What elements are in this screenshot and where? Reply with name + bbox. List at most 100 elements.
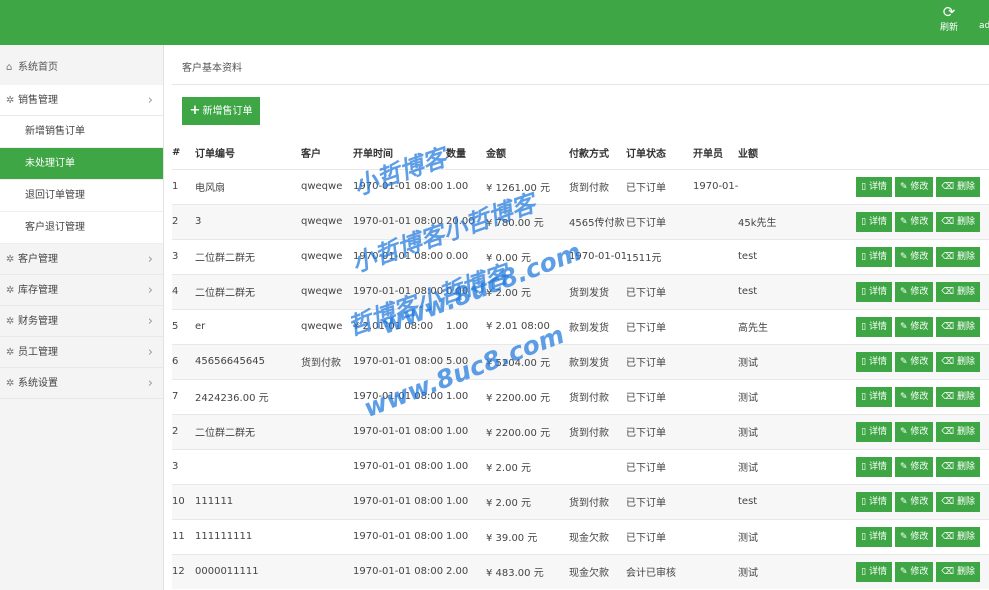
submenu-returned-orders[interactable]: 退回订单管理 [0,180,163,212]
edit-button[interactable]: ✎ 修改 [894,526,934,547]
sidebar-item-staff[interactable]: ✲ 员工管理 › [0,337,163,368]
detail-button[interactable]: ▯ 详情 [856,386,892,407]
detail-icon: ▯ [861,356,869,367]
table-cell [693,308,738,344]
user-menu[interactable]: ad [979,21,989,31]
sidebar-item-sales[interactable]: ✲ 销售管理 › [0,85,163,116]
delete-button[interactable]: ⌫ 删除 [936,316,980,337]
delete-button[interactable]: ⌫ 删除 [936,211,980,232]
delete-button[interactable]: ⌫ 删除 [936,491,980,512]
edit-button-label: 修改 [910,426,929,437]
sidebar-item-label: 财务管理 [18,316,58,327]
refresh-button[interactable]: ⟳ 刷新 [936,4,962,35]
submenu-new-order[interactable]: 新增销售订单 [0,116,163,148]
detail-button-label: 详情 [868,461,887,472]
edit-icon: ✎ [899,391,911,402]
sidebar-item-inventory[interactable]: ✲ 库存管理 › [0,275,163,306]
main-content: 客户基本资料 + 新增售订单 # 订单编号 客户 开单时间 数量 金额 付款方式 订单状态 开单员… [164,45,989,590]
edit-button-label: 修改 [910,566,929,577]
delete-button-label: 删除 [956,391,975,402]
detail-button[interactable]: ▯ 详情 [856,246,892,267]
submenu-customer-cancel[interactable]: 客户退订管理 [0,212,163,244]
detail-button-label: 详情 [868,216,887,227]
delete-icon: ⌫ [941,356,957,367]
table-cell: 已下订单 [626,308,693,344]
submenu-pending-orders[interactable]: 未处理订单 [0,148,163,180]
table-cell: 3 [172,238,195,274]
edit-button[interactable]: ✎ 修改 [894,491,934,512]
table-cell: qweqwe [301,203,353,239]
edit-button[interactable]: ✎ 修改 [894,421,934,442]
delete-icon: ⌫ [941,426,957,437]
edit-button[interactable]: ✎ 修改 [894,246,934,267]
table-cell: 已下订单 [626,413,693,449]
detail-button[interactable]: ▯ 详情 [856,281,892,302]
table-cell: 1.00 [446,168,486,204]
detail-button[interactable]: ▯ 详情 [856,351,892,372]
sidebar-item-settings[interactable]: ✲ 系统设置 › [0,368,163,399]
delete-button[interactable]: ⌫ 删除 [936,281,980,302]
detail-button-label: 详情 [868,321,887,332]
table-cell: 1970-01-01 08:00 [569,238,626,274]
sidebar-item-label: 库存管理 [18,285,58,296]
detail-button-label: 详情 [868,251,887,262]
edit-button[interactable]: ✎ 修改 [894,281,934,302]
table-cell: 0000011111 [195,553,301,589]
detail-button[interactable]: ▯ 详情 [856,211,892,232]
delete-icon: ⌫ [941,566,957,577]
chevron-right-icon: › [147,376,153,391]
sidebar-item-customers[interactable]: ✲ 客户管理 › [0,244,163,275]
row-actions: ▯ 详情 ✎ 修改 ⌫ 删除 [843,413,989,449]
edit-button[interactable]: ✎ 修改 [894,176,934,197]
detail-button[interactable]: ▯ 详情 [856,176,892,197]
delete-button[interactable]: ⌫ 删除 [936,561,980,582]
table-row: 11 111111111 1970-01-01 08:00 1.00 ¥ 39.00 元… [172,518,989,554]
column-header: 付款方式 [569,137,626,169]
table-cell: 10 [172,483,195,519]
sidebar-home[interactable]: ⌂ 系统首页 [0,45,163,85]
edit-button[interactable]: ✎ 修改 [894,456,934,477]
edit-button-label: 修改 [910,531,929,542]
delete-button[interactable]: ⌫ 删除 [936,421,980,442]
detail-icon: ▯ [861,321,869,332]
column-header: # [172,137,195,169]
table-row: 3 1970-01-01 08:00 1.00 ¥ 2.00 元已下订单 测试 ▯ 详情 ✎… [172,448,989,484]
edit-button[interactable]: ✎ 修改 [894,386,934,407]
edit-icon: ✎ [899,426,911,437]
sidebar-item-finance[interactable]: ✲ 财务管理 › [0,306,163,337]
delete-button[interactable]: ⌫ 删除 [936,526,980,547]
delete-button[interactable]: ⌫ 删除 [936,456,980,477]
table-cell: 0.00 [446,238,486,274]
table-cell: 5.00 [446,343,486,379]
row-actions: ▯ 详情 ✎ 修改 ⌫ 删除 [843,238,989,274]
delete-button[interactable]: ⌫ 删除 [936,351,980,372]
table-cell: ¥ 2.01-01 08:00 [353,308,446,344]
edit-button[interactable]: ✎ 修改 [894,561,934,582]
detail-button[interactable]: ▯ 详情 [856,421,892,442]
edit-icon: ✎ [899,531,911,542]
row-actions: ▯ 详情 ✎ 修改 ⌫ 删除 [843,273,989,309]
table-cell: 1970-01-01 08:00 [353,553,446,589]
table-cell: qweqwe [301,308,353,344]
delete-button-label: 删除 [956,216,975,227]
add-order-button[interactable]: + 新增售订单 [182,97,260,125]
table-cell [693,553,738,589]
detail-button[interactable]: ▯ 详情 [856,456,892,477]
sidebar-item-label: 销售管理 [18,95,58,106]
delete-button[interactable]: ⌫ 删除 [936,176,980,197]
row-actions: ▯ 详情 ✎ 修改 ⌫ 删除 [843,308,989,344]
detail-button[interactable]: ▯ 详情 [856,526,892,547]
edit-button-label: 修改 [910,251,929,262]
edit-button[interactable]: ✎ 修改 [894,351,934,372]
table-row: 2 二位群二群无 1970-01-01 08:00 1.00 ¥ 2200.00 元货到… [172,413,989,449]
delete-button[interactable]: ⌫ 删除 [936,246,980,267]
detail-button[interactable]: ▯ 详情 [856,491,892,512]
table-cell: 45656645645 [195,343,301,379]
delete-button[interactable]: ⌫ 删除 [936,386,980,407]
edit-button[interactable]: ✎ 修改 [894,316,934,337]
detail-button[interactable]: ▯ 详情 [856,561,892,582]
edit-button[interactable]: ✎ 修改 [894,211,934,232]
table-cell: 1970-01-01 08:00 [353,448,446,484]
detail-button[interactable]: ▯ 详情 [856,316,892,337]
table-cell: 7 [172,378,195,414]
